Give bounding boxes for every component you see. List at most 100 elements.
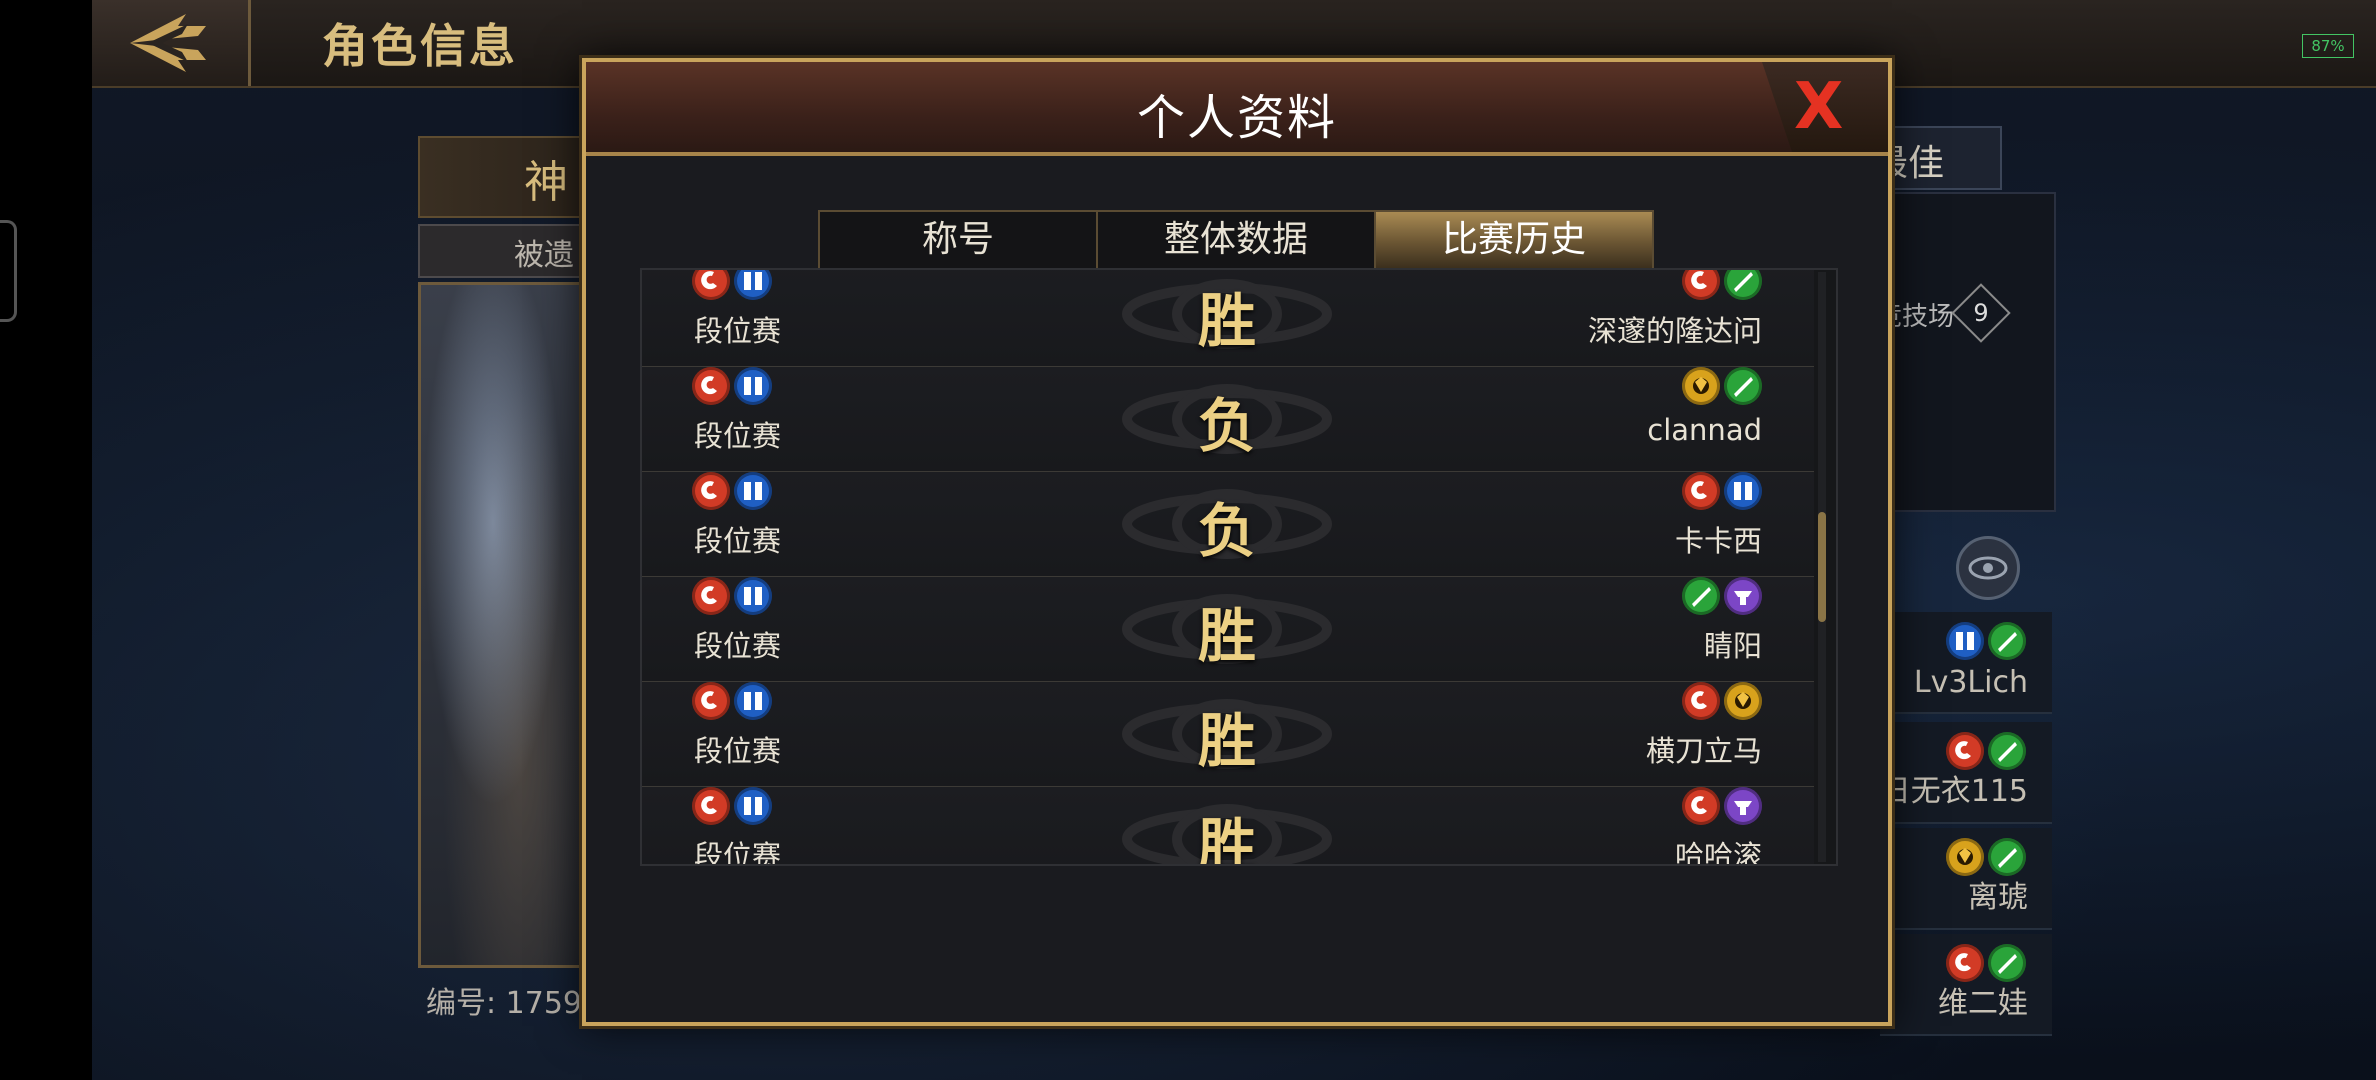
match-result: 胜 [1197, 812, 1256, 866]
player-faction-icons [692, 787, 772, 825]
blue-faction-icon [1946, 622, 1984, 660]
purple-faction-icon [1724, 577, 1762, 615]
red-faction-icon [692, 472, 730, 510]
opponent-name[interactable]: 横刀立马 [1646, 728, 1762, 770]
player-faction-icons [692, 577, 772, 615]
blue-faction-icon [734, 787, 772, 825]
red-faction-icon [1682, 472, 1720, 510]
profile-modal: 个人资料 X 称号 整体数据 比赛历史 段位赛胜深邃的隆达问 段位赛负 clanna… [582, 58, 1892, 1026]
blue-faction-icon [1724, 472, 1762, 510]
side-handle[interactable] [0, 220, 17, 322]
scrollbar-thumb[interactable] [1818, 512, 1826, 622]
side-list-item[interactable]: Lv3Lich [1880, 612, 2052, 714]
yellow-faction-icon [1724, 682, 1762, 720]
tab-titles[interactable]: 称号 [820, 212, 1098, 268]
player-faction-icons [692, 682, 772, 720]
yellow-faction-icon [1946, 838, 1984, 876]
green-faction-icon [1988, 838, 2026, 876]
blue-faction-icon [734, 367, 772, 405]
blue-faction-icon [734, 472, 772, 510]
red-faction-icon [1946, 944, 1984, 982]
match-row[interactable]: 段位赛 胜 睛阳 [642, 577, 1814, 683]
modal-title: 个人资料 [1136, 90, 1337, 146]
match-result: 负 [1197, 392, 1256, 460]
red-faction-icon [692, 270, 730, 300]
battery-indicator: 87% [2302, 34, 2354, 58]
red-faction-icon [692, 367, 730, 405]
opponent-name[interactable]: clannad [1647, 413, 1762, 447]
match-row[interactable]: 段位赛 负 卡卡西 [642, 472, 1814, 578]
match-result: 负 [1197, 497, 1256, 565]
character-name-bar [418, 136, 602, 218]
match-mode: 段位赛 [694, 839, 782, 866]
green-faction-icon [1988, 622, 2026, 660]
opponent-faction-icons [1682, 472, 1762, 510]
match-mode: 段位赛 [694, 419, 782, 453]
match-result: 胜 [1197, 287, 1256, 355]
character-subtitle-bar [418, 224, 602, 278]
match-mode: 段位赛 [694, 524, 782, 558]
player-faction-icons [692, 270, 772, 300]
red-faction-icon [1946, 732, 1984, 770]
match-mode: 段位赛 [694, 734, 782, 768]
side-item-icons [1946, 838, 2026, 876]
red-faction-icon [692, 682, 730, 720]
opponent-name[interactable]: 深邃的隆达问 [1588, 308, 1762, 350]
character-name: 神 [524, 157, 568, 208]
match-row[interactable]: 段位赛 胜 哈哈滚 [642, 787, 1814, 866]
opponent-faction-icons [1682, 787, 1762, 825]
opponent-faction-icons [1682, 577, 1762, 615]
player-faction-icons [692, 367, 772, 405]
opponent-faction-icons [1682, 367, 1762, 405]
right-info-box [1880, 192, 2056, 512]
match-row[interactable]: 段位赛 胜 横刀立马 [642, 682, 1814, 788]
red-faction-icon [692, 577, 730, 615]
character-portrait [418, 282, 604, 968]
opponent-faction-icons [1682, 270, 1762, 300]
green-faction-icon [1682, 577, 1720, 615]
red-faction-icon [1682, 270, 1720, 300]
side-item-icons [1946, 622, 2026, 660]
opponent-name[interactable]: 卡卡西 [1675, 518, 1762, 560]
match-row[interactable]: 段位赛 胜 深邃的隆达问 [642, 270, 1814, 368]
blue-faction-icon [734, 682, 772, 720]
yellow-faction-icon [1682, 367, 1720, 405]
profile-tabs: 称号 整体数据 比赛历史 [818, 210, 1654, 278]
side-item-name: 离琥 [1968, 880, 2028, 915]
side-item-icons [1946, 732, 2026, 770]
opponent-name[interactable]: 哈哈滚 [1675, 833, 1762, 864]
eye-icon[interactable] [1956, 536, 2020, 600]
green-faction-icon [1988, 732, 2026, 770]
side-item-name: Lv3Lich [1913, 665, 2028, 700]
arena-rank-value: 9 [1973, 299, 1989, 327]
match-history-list[interactable]: 段位赛胜深邃的隆达问 段位赛负 clannad 段位赛负卡卡西 段位赛胜睛阳 段位赛胜横刀… [640, 268, 1838, 866]
character-subtitle: 被遗 [514, 238, 574, 273]
side-item-name: 维二娃 [1938, 986, 2028, 1021]
page-title: 角色信息 [322, 19, 518, 73]
match-row[interactable]: 段位赛 负 clannad [642, 367, 1814, 473]
match-mode: 段位赛 [694, 314, 782, 348]
green-faction-icon [1724, 270, 1762, 300]
tab-overall-stats[interactable]: 整体数据 [1098, 212, 1376, 268]
red-faction-icon [692, 787, 730, 825]
opponent-faction-icons [1682, 682, 1762, 720]
side-list-item[interactable]: 离琥 [1880, 828, 2052, 930]
back-button[interactable] [92, 0, 251, 86]
side-list-item[interactable]: 曷日无衣115 [1851, 722, 2052, 824]
purple-faction-icon [1724, 787, 1762, 825]
red-faction-icon [1682, 787, 1720, 825]
left-system-strip [0, 0, 92, 1080]
opponent-name[interactable]: 睛阳 [1704, 623, 1762, 665]
tab-match-history[interactable]: 比赛历史 [1376, 212, 1652, 278]
close-icon[interactable]: X [1794, 70, 1843, 144]
back-arrow-icon [130, 14, 206, 72]
green-faction-icon [1988, 944, 2026, 982]
side-list-item[interactable]: 维二娃 [1880, 934, 2052, 1036]
blue-faction-icon [734, 270, 772, 300]
player-faction-icons [692, 472, 772, 510]
tab-match-history-label: 比赛历史 [1441, 219, 1586, 260]
match-result: 胜 [1197, 707, 1256, 775]
blue-faction-icon [734, 577, 772, 615]
match-mode: 段位赛 [694, 629, 782, 663]
match-result: 胜 [1197, 602, 1256, 670]
